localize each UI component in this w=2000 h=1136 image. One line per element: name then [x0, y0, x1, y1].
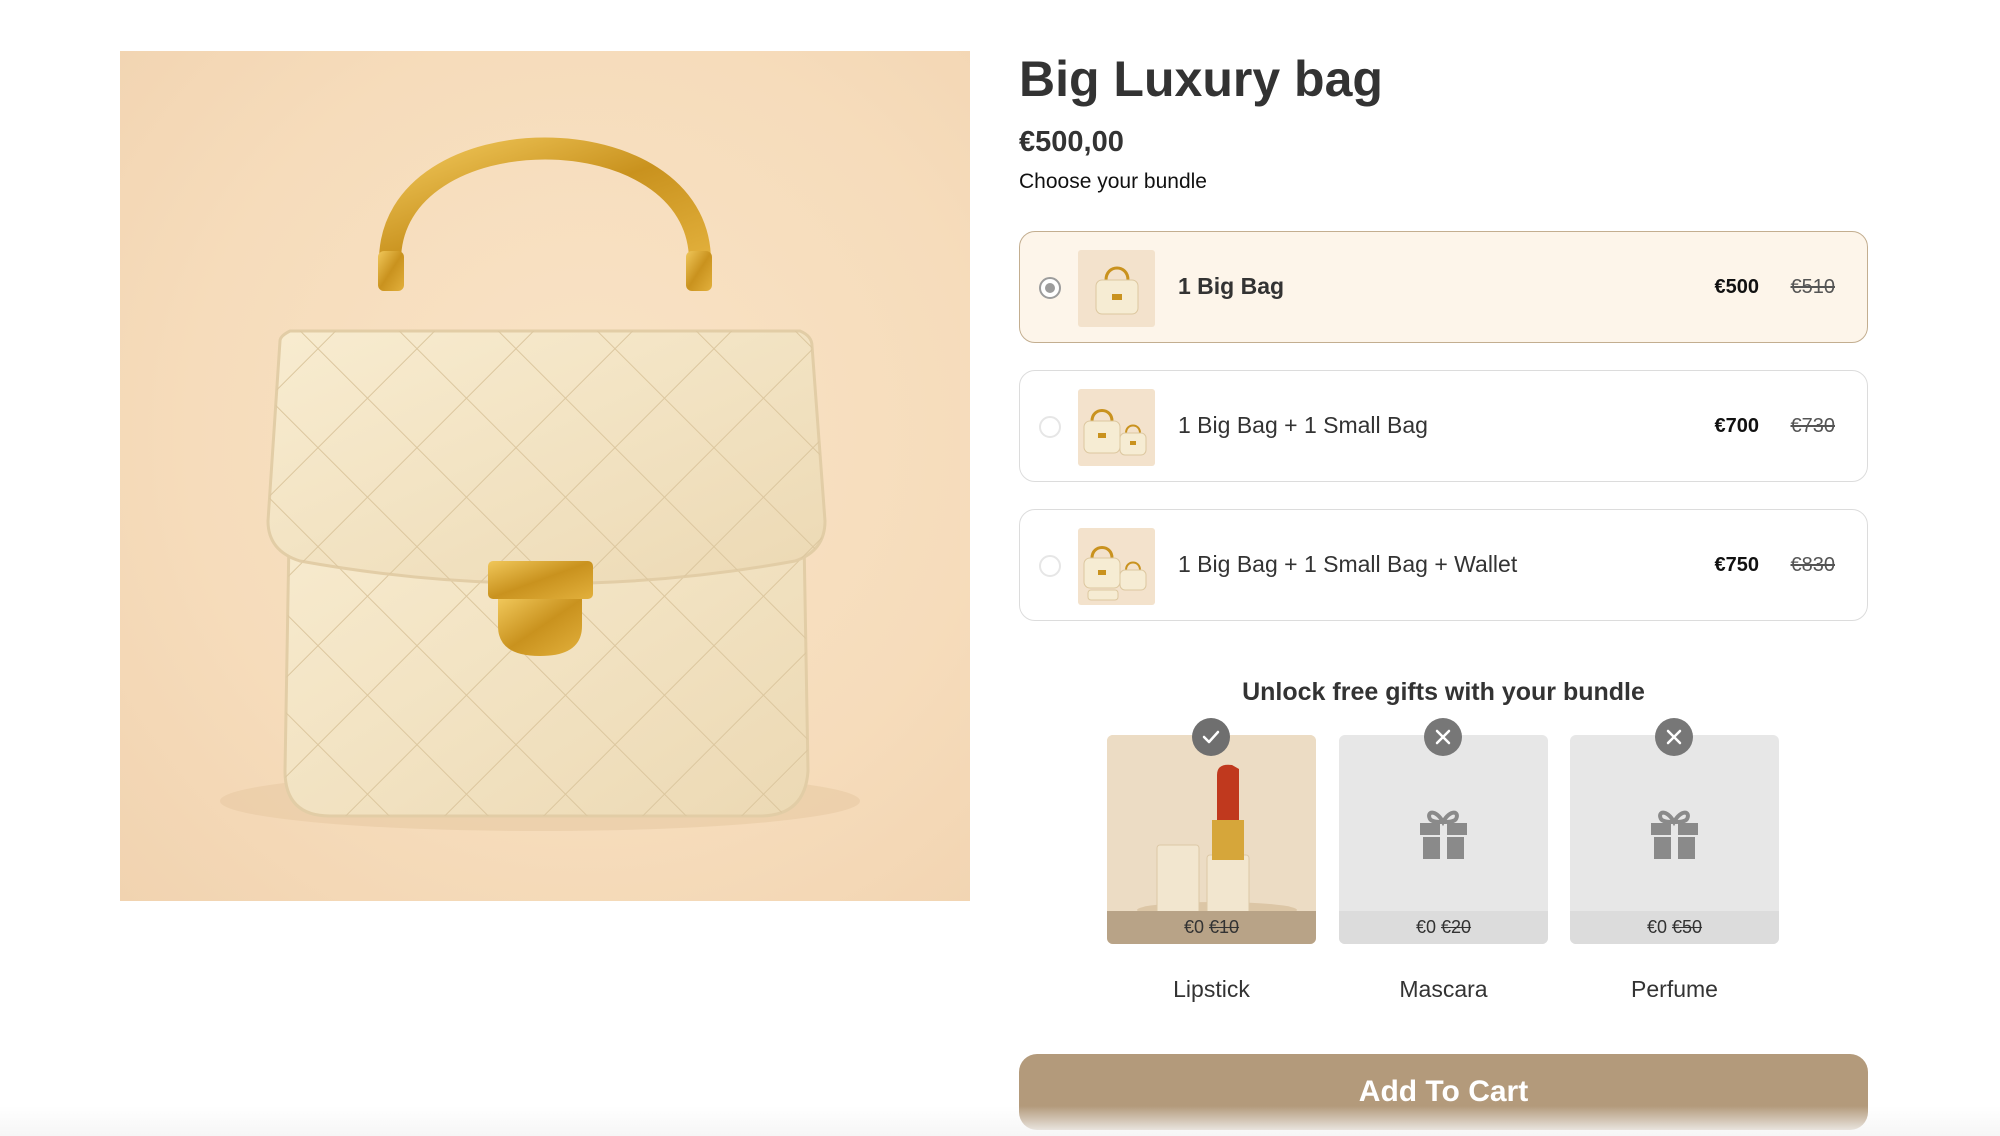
- gifts-heading: Unlock free gifts with your bundle: [1242, 678, 1645, 706]
- bundle-thumbnail: [1078, 389, 1155, 466]
- bundle-compare-price: €730: [1790, 415, 1836, 437]
- check-icon: [1192, 718, 1230, 756]
- gift-price: €0 €50: [1570, 911, 1779, 944]
- gift-price: €0 €10: [1107, 911, 1316, 944]
- gift-compare-price: €20: [1441, 917, 1472, 937]
- bundle-price: €700: [1714, 415, 1760, 437]
- bundle-price: €500: [1714, 276, 1760, 298]
- close-icon: [1424, 718, 1462, 756]
- gift-icon: [1651, 810, 1698, 859]
- bundle-option-1[interactable]: 1 Big Bag €500 €510: [1019, 231, 1868, 343]
- product-price: €500,00: [1019, 126, 1124, 158]
- bundle-price: €750: [1714, 554, 1760, 576]
- gift-price-value: €0: [1183, 917, 1204, 937]
- bundle-option-3[interactable]: 1 Big Bag + 1 Small Bag + Wallet €750 €8…: [1019, 509, 1868, 621]
- bundle-compare-price: €830: [1790, 554, 1836, 576]
- gift-compare-price: €50: [1672, 917, 1703, 937]
- bundle-label: 1 Big Bag + 1 Small Bag: [1178, 412, 1428, 438]
- gift-card-lipstick[interactable]: €0 €10: [1107, 735, 1316, 944]
- close-icon: [1655, 718, 1693, 756]
- bundle-thumbnail: [1078, 528, 1155, 605]
- bundle-label: 1 Big Bag + 1 Small Bag + Wallet: [1178, 551, 1518, 577]
- product-image: [120, 51, 970, 901]
- product-title: Big Luxury bag: [1019, 51, 1383, 107]
- radio-button[interactable]: [1039, 277, 1061, 299]
- gift-compare-price: €10: [1209, 917, 1240, 937]
- gift-name: Mascara: [1399, 976, 1488, 1002]
- bundle-label: 1 Big Bag: [1178, 273, 1285, 299]
- radio-button[interactable]: [1039, 555, 1061, 577]
- gift-price-value: €0: [1415, 917, 1436, 937]
- gift-name: Lipstick: [1173, 976, 1250, 1002]
- bundle-thumbnail: [1078, 250, 1155, 327]
- gift-card-perfume[interactable]: €0 €50: [1570, 735, 1779, 944]
- handbag-illustration: [220, 137, 860, 831]
- gift-card-mascara[interactable]: €0 €20: [1339, 735, 1548, 944]
- bundle-compare-price: €510: [1790, 276, 1836, 298]
- gift-icon: [1420, 810, 1467, 859]
- gift-price-value: €0: [1646, 917, 1667, 937]
- bundle-option-2[interactable]: 1 Big Bag + 1 Small Bag €700 €730: [1019, 370, 1868, 482]
- gift-price: €0 €20: [1339, 911, 1548, 944]
- gift-name: Perfume: [1631, 976, 1718, 1002]
- radio-button[interactable]: [1039, 416, 1061, 438]
- bundle-heading: Choose your bundle: [1019, 170, 1207, 193]
- bottom-fade: [0, 1106, 2000, 1136]
